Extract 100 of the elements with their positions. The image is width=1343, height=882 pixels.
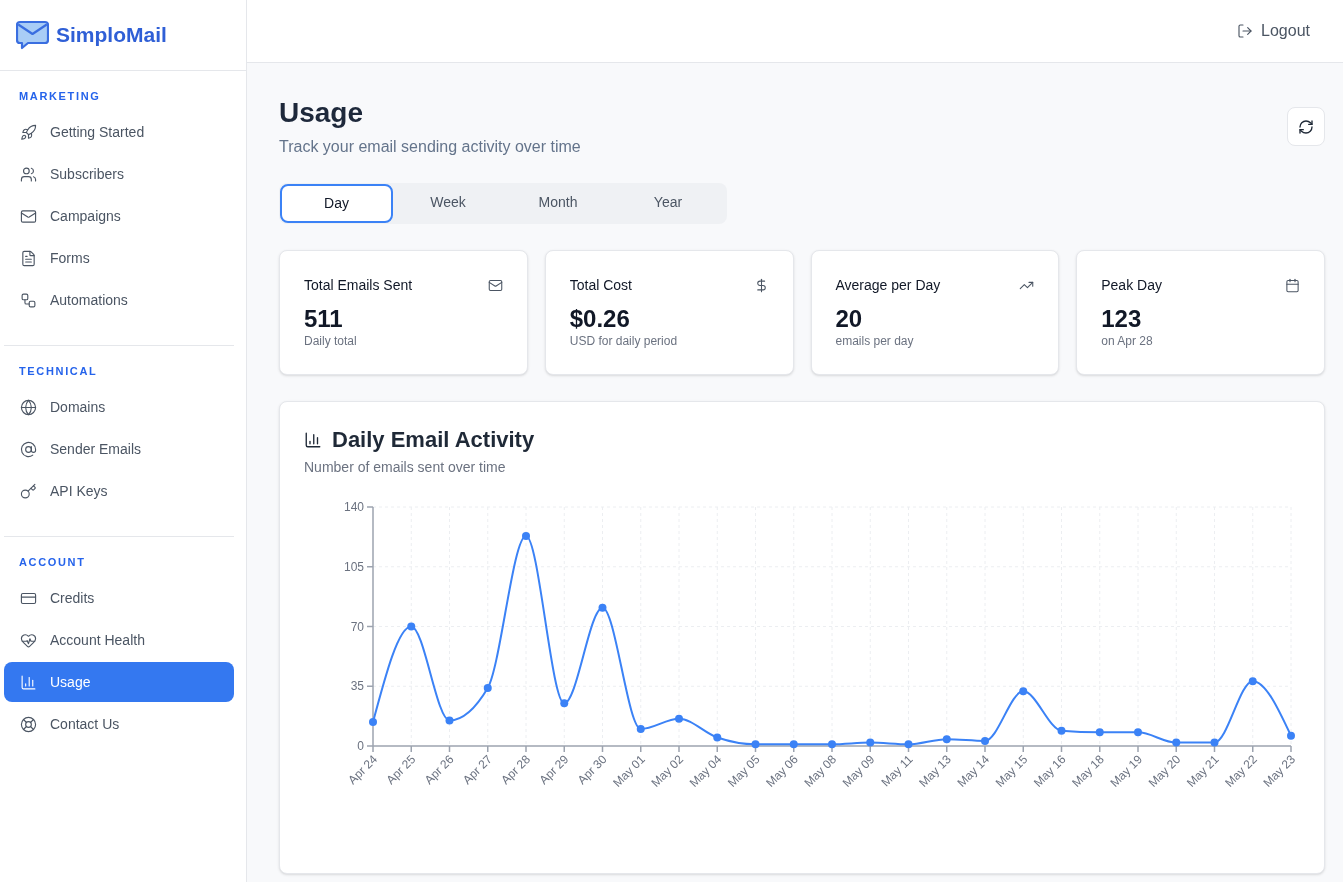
stat-label: Total Emails Sent <box>304 276 413 295</box>
period-tab[interactable]: Month <box>503 187 613 218</box>
period-tab[interactable]: Year <box>613 187 723 218</box>
section-heading: TECHNICAL <box>18 364 99 378</box>
section-heading: MARKETING <box>18 89 102 103</box>
data-point <box>598 603 607 612</box>
x-axis-label: Apr 27 <box>459 752 495 788</box>
data-point <box>713 733 722 742</box>
at-sign-icon <box>20 440 37 458</box>
logout-button[interactable]: Logout <box>1237 19 1310 43</box>
section-heading: ACCOUNT <box>18 555 87 569</box>
stat-label: Average per Day <box>835 276 941 295</box>
envelope-icon <box>20 207 37 225</box>
data-point <box>942 735 951 744</box>
x-axis-label: Apr 26 <box>421 752 457 788</box>
data-point <box>1134 728 1142 737</box>
stat-value: 511 <box>304 305 344 333</box>
nav-item[interactable]: Account Health <box>4 620 234 660</box>
stat-value: $0.26 <box>569 305 631 333</box>
data-point <box>445 716 454 725</box>
x-axis-label: May 22 <box>1222 752 1260 790</box>
brand-name: SimploMail <box>56 22 167 49</box>
data-point <box>1172 738 1181 747</box>
logo-icon <box>16 20 49 50</box>
data-point <box>369 718 377 727</box>
bar-chart-icon <box>304 431 322 449</box>
stat-note: emails per day <box>835 333 915 349</box>
data-point <box>866 738 875 747</box>
x-axis-label: May 02 <box>648 752 687 790</box>
data-point <box>675 714 683 723</box>
data-point <box>522 532 530 540</box>
data-point <box>636 724 645 733</box>
x-axis-label: May 04 <box>686 752 725 790</box>
data-point <box>1210 738 1219 747</box>
stat-label: Peak Day <box>1101 276 1162 295</box>
x-axis-label: May 15 <box>992 752 1031 790</box>
x-axis-label: May 16 <box>1030 752 1069 790</box>
refresh-button[interactable] <box>1287 107 1325 146</box>
y-axis-label: 35 <box>350 679 364 694</box>
chart-subtitle: Number of emails sent over time <box>304 458 507 477</box>
x-axis-label: May 05 <box>724 752 763 790</box>
lifebuoy-icon <box>20 715 37 733</box>
heart-pulse-icon <box>20 631 37 649</box>
data-point <box>407 622 416 631</box>
calendar-icon <box>1285 277 1300 293</box>
stat-note: USD for daily period <box>569 333 679 349</box>
data-point <box>904 740 913 749</box>
page-title: Usage <box>279 96 365 130</box>
data-point <box>1019 687 1028 696</box>
nav-item[interactable]: Subscribers <box>4 154 234 194</box>
x-axis-label: May 01 <box>610 752 648 790</box>
nav-item[interactable]: Campaigns <box>4 196 234 236</box>
x-axis-label: May 08 <box>801 752 840 790</box>
x-axis-label: May 21 <box>1183 752 1222 790</box>
x-axis-label: May 23 <box>1260 752 1299 790</box>
nav-item[interactable]: Usage <box>4 662 234 702</box>
data-point <box>1095 728 1104 737</box>
period-tab[interactable]: Day <box>280 184 393 223</box>
x-axis-label: Apr 24 <box>345 752 381 788</box>
data-point <box>981 736 989 745</box>
y-axis-label: 70 <box>350 619 364 634</box>
stat-value: 20 <box>835 305 864 333</box>
data-point <box>1057 726 1066 735</box>
chart-title: Daily Email Activity <box>332 426 535 454</box>
data-point <box>1287 731 1295 740</box>
x-axis-label: May 14 <box>954 752 993 790</box>
nav-item[interactable]: Sender Emails <box>4 429 234 469</box>
nav-item[interactable]: Getting Started <box>4 112 234 152</box>
page-subtitle: Track your email sending activity over time <box>279 137 581 157</box>
stat-note: on Apr 28 <box>1101 333 1154 349</box>
workflow-icon <box>20 291 37 309</box>
x-axis-label: Apr 25 <box>383 752 419 788</box>
nav-item[interactable]: Credits <box>4 578 234 618</box>
data-point <box>1248 677 1257 686</box>
nav-item[interactable]: Forms <box>4 238 234 278</box>
x-axis-label: May 11 <box>878 752 916 790</box>
y-axis-label: 105 <box>343 559 364 574</box>
stat-label: Total Cost <box>569 276 632 295</box>
bar-chart-icon <box>20 673 37 691</box>
envelope-icon <box>487 277 503 293</box>
document-icon <box>20 249 37 267</box>
x-axis-label: May 09 <box>839 752 878 790</box>
data-point <box>751 740 760 749</box>
nav-item[interactable]: Domains <box>4 387 234 427</box>
x-axis-label: Apr 28 <box>498 752 534 788</box>
nav-item[interactable]: Automations <box>4 280 234 320</box>
data-point <box>483 683 492 692</box>
rocket-icon <box>20 123 37 141</box>
stat-note: Daily total <box>304 333 358 349</box>
data-point <box>828 740 836 749</box>
key-icon <box>20 482 37 500</box>
period-tab[interactable]: Week <box>393 187 503 218</box>
nav-item[interactable]: Contact Us <box>4 704 234 744</box>
y-axis-label: 0 <box>357 739 364 753</box>
x-axis-label: Apr 30 <box>574 752 610 788</box>
users-icon <box>20 165 37 183</box>
nav-item[interactable]: API Keys <box>4 471 234 511</box>
refresh-icon <box>1298 118 1314 135</box>
x-axis-label: May 13 <box>916 752 954 790</box>
x-axis-label: May 19 <box>1107 752 1146 790</box>
